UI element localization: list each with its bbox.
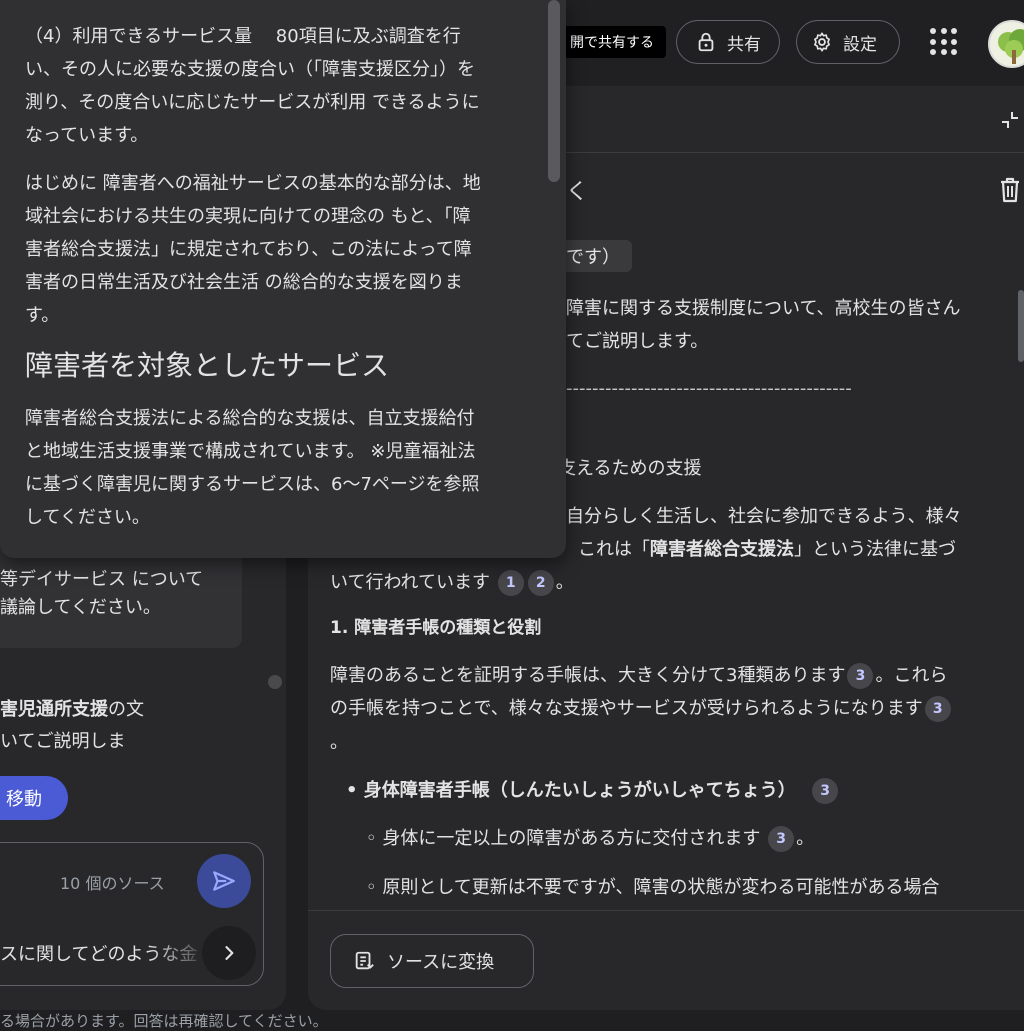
source-line: と地域生活支援事業で構成されています。 ※児童福祉法 — [25, 441, 476, 462]
source-line: してください。 — [25, 507, 150, 528]
sub-bullet-marker: ◦ — [366, 877, 383, 898]
source-line: はじめに 障害者への福祉サービスの基本的な部分は、地 — [25, 173, 481, 194]
note-scrollbar[interactable] — [1018, 290, 1024, 362]
source-scrollbar[interactable] — [548, 0, 560, 182]
response-bold: 害児通所支援 — [0, 699, 108, 720]
source-line: 障害者総合支援法による総合的な支援は、自立支援給付 — [25, 408, 475, 429]
next-suggestion-button[interactable] — [202, 926, 256, 980]
send-button[interactable] — [197, 854, 251, 908]
user-message-line: 等デイサービス について — [0, 569, 204, 590]
sub-heading: 1. 障害者手帳の種類と役割 — [330, 618, 542, 638]
send-icon — [213, 871, 235, 891]
note-paragraph-line: いて行われています 1 2。 — [330, 566, 574, 599]
separator-dashes: ----------------------------------------… — [566, 378, 852, 399]
move-button[interactable]: 移動 — [0, 776, 68, 820]
note-paragraph-line: の手帳を持つことで、様々な支援やサービスが受けられるようになります 3 — [330, 692, 953, 725]
source-line: なっています。 — [25, 125, 149, 146]
settings-label: 設定 — [843, 34, 877, 55]
share-label: 共有 — [727, 34, 761, 55]
source-count: 10 個のソース — [60, 874, 165, 893]
convert-source-icon — [355, 951, 374, 970]
divider — [308, 910, 1024, 911]
note-paragraph-line: 自分らしく生活し、社会に参加できるよう、様々 — [566, 506, 962, 527]
apps-grid-icon[interactable] — [930, 28, 958, 56]
source-line: す。 — [25, 305, 60, 326]
sub-bullet-item: ◦ 原則として更新は不要ですが、障害の状態が変わる可能性がある場合 — [366, 877, 940, 898]
response-line: 害児通所支援の文 — [0, 696, 144, 724]
source-line: 域社会における共生の実現に向けての理念の もと、「障 — [25, 206, 471, 227]
sub-bullet-marker: ◦ — [366, 828, 383, 849]
source-line: 害者の日常生活及び社会生活 の総合的な支援を図りま — [25, 272, 463, 293]
citation-badge[interactable]: 3 — [812, 778, 839, 804]
citation-badge[interactable]: 3 — [768, 826, 795, 852]
collapse-icon[interactable] — [998, 108, 1022, 132]
fade-overlay — [150, 936, 210, 970]
source-line: 害者総合支援法」に規定されており、この法によって障 — [25, 239, 472, 260]
note-chip: です） — [560, 240, 632, 272]
disclaimer-text: る場合があります。回答は再確認してください。 — [0, 1012, 328, 1030]
citation-badge[interactable]: 3 — [847, 663, 874, 689]
settings-button[interactable]: 設定 — [796, 20, 900, 64]
note-paragraph-line: 。 — [330, 732, 348, 753]
note-paragraph-line: これは「障害者総合支援法」という法律に基づ — [578, 539, 956, 560]
source-heading: 障害者を対象としたサービス — [25, 349, 390, 382]
scroll-indicator[interactable] — [268, 675, 282, 689]
share-button[interactable]: 共有 — [676, 20, 780, 64]
user-message-line: 議論してください。 — [0, 597, 161, 618]
bullet-item: • 身体障害者手帳（しんたいしょうがいしゃてちょう） 3 — [346, 774, 840, 807]
lock-icon — [698, 32, 714, 52]
source-line: （4）利用できるサービス量 80項目に及ぶ調査を行 — [25, 26, 461, 47]
note-paragraph-line: 障害のあることを証明する手帳は、大きく分けて3種類あります 3 。これら — [330, 659, 947, 692]
note-intro-line: 障害に関する支援制度について、高校生の皆さん — [566, 298, 961, 319]
source-line: い、その人に必要な支援の度合い（「障害支援区分」）を — [25, 59, 475, 80]
bullet-dot: • — [346, 780, 364, 801]
source-line: 測り、その度合いに応じたサービスが利用 できるように — [25, 92, 480, 113]
chevron-right-icon — [225, 946, 234, 960]
convert-to-source-button[interactable]: ソースに変換 — [330, 934, 534, 988]
note-title: く — [566, 180, 589, 205]
gear-icon — [814, 32, 830, 52]
sub-bullet-item: ◦ 身体に一定以上の障害がある方に交付されます 3。 — [366, 822, 814, 855]
convert-label: ソースに変換 — [387, 952, 495, 973]
source-line: に基づく障害児に関するサービスは、6〜7ページを参照 — [25, 474, 480, 495]
citation-badge[interactable]: 3 — [924, 696, 951, 722]
trash-icon[interactable] — [998, 176, 1022, 204]
note-intro-line: てご説明します。 — [566, 331, 709, 352]
response-suffix: の文 — [108, 699, 144, 720]
citation-badge[interactable]: 2 — [527, 570, 554, 596]
law-name: 障害者総合支援法 — [650, 539, 794, 560]
response-line: いてご説明しま — [0, 731, 126, 752]
citation-badge[interactable]: 1 — [497, 570, 524, 596]
